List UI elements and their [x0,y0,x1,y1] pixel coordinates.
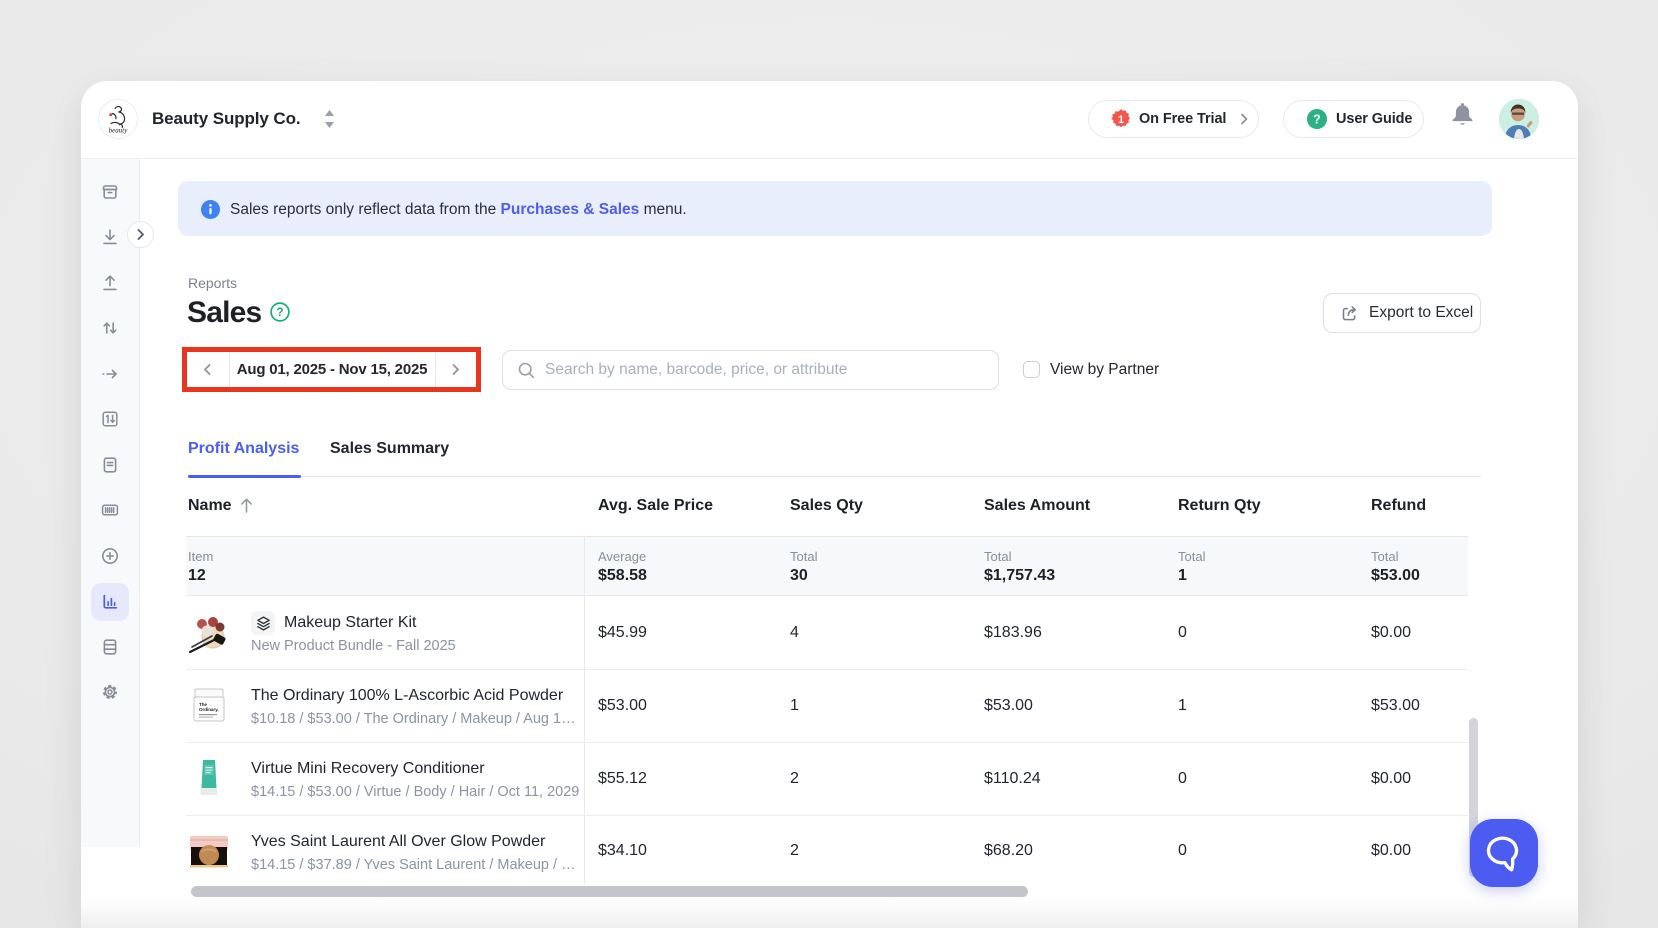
svg-text:beauty: beauty [109,127,129,135]
svg-text:Ordinary.: Ordinary. [199,707,219,712]
svg-text:?: ? [276,307,283,319]
svg-text:1: 1 [1118,114,1124,126]
svg-text:?: ? [1313,113,1321,127]
